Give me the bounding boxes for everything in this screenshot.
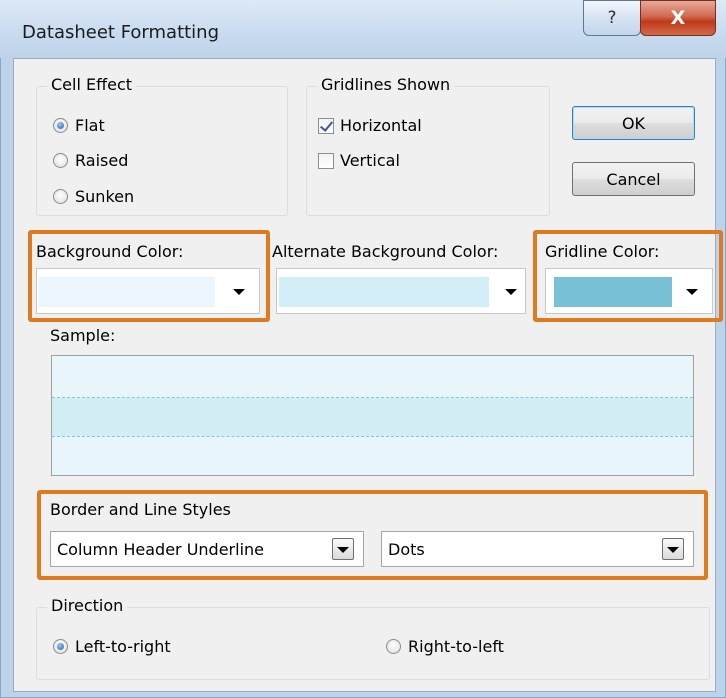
close-icon: X: [670, 7, 686, 29]
radio-right-to-left-label: Right-to-left: [408, 637, 504, 656]
checkbox-vertical-label: Vertical: [340, 151, 400, 170]
radio-sunken[interactable]: Sunken: [53, 187, 134, 206]
close-button[interactable]: X: [640, 0, 716, 36]
radio-right-to-left[interactable]: Right-to-left: [386, 637, 504, 656]
help-icon: ?: [607, 8, 617, 28]
radio-right-to-left-indicator[interactable]: [386, 639, 401, 654]
direction-legend: Direction: [47, 596, 128, 615]
sample-preview: [51, 355, 694, 476]
radio-left-to-right-label: Left-to-right: [75, 637, 171, 656]
sample-label: Sample:: [50, 326, 116, 345]
ok-button-label: OK: [621, 113, 646, 133]
radio-flat-label: Flat: [75, 116, 105, 135]
alternate-color-swatch: [279, 277, 489, 307]
checkbox-vertical-box[interactable]: [318, 152, 334, 169]
highlight-gridline-color: [533, 230, 723, 322]
alternate-color-label: Alternate Background Color:: [272, 242, 499, 261]
checkbox-horizontal-box[interactable]: [318, 117, 334, 134]
checkbox-horizontal-label: Horizontal: [340, 116, 422, 135]
cancel-button-label: Cancel: [606, 169, 661, 189]
radio-flat-indicator[interactable]: [53, 118, 68, 133]
cell-effect-legend: Cell Effect: [47, 75, 137, 94]
radio-left-to-right[interactable]: Left-to-right: [53, 637, 171, 656]
sample-gridline: [52, 436, 693, 437]
radio-raised-label: Raised: [75, 151, 129, 170]
dialog-title: Datasheet Formatting: [22, 22, 220, 43]
radio-left-to-right-indicator[interactable]: [53, 639, 68, 654]
gridlines-legend: Gridlines Shown: [317, 75, 455, 94]
radio-raised-indicator[interactable]: [53, 153, 68, 168]
radio-flat[interactable]: Flat: [53, 116, 105, 135]
sample-alternate-row: [52, 398, 693, 436]
checkbox-horizontal[interactable]: Horizontal: [318, 116, 422, 135]
highlight-background-color: [28, 230, 270, 322]
checkbox-vertical[interactable]: Vertical: [318, 151, 400, 170]
radio-raised[interactable]: Raised: [53, 151, 128, 170]
sample-gridline: [52, 397, 693, 398]
help-button[interactable]: ?: [583, 0, 641, 36]
cancel-button[interactable]: Cancel: [572, 162, 695, 196]
radio-sunken-indicator[interactable]: [53, 189, 68, 204]
alternate-color-picker[interactable]: [276, 268, 526, 314]
chevron-down-icon[interactable]: [505, 289, 517, 295]
highlight-border-styles: [37, 490, 708, 580]
radio-sunken-label: Sunken: [75, 187, 135, 206]
ok-button[interactable]: OK: [572, 106, 695, 140]
